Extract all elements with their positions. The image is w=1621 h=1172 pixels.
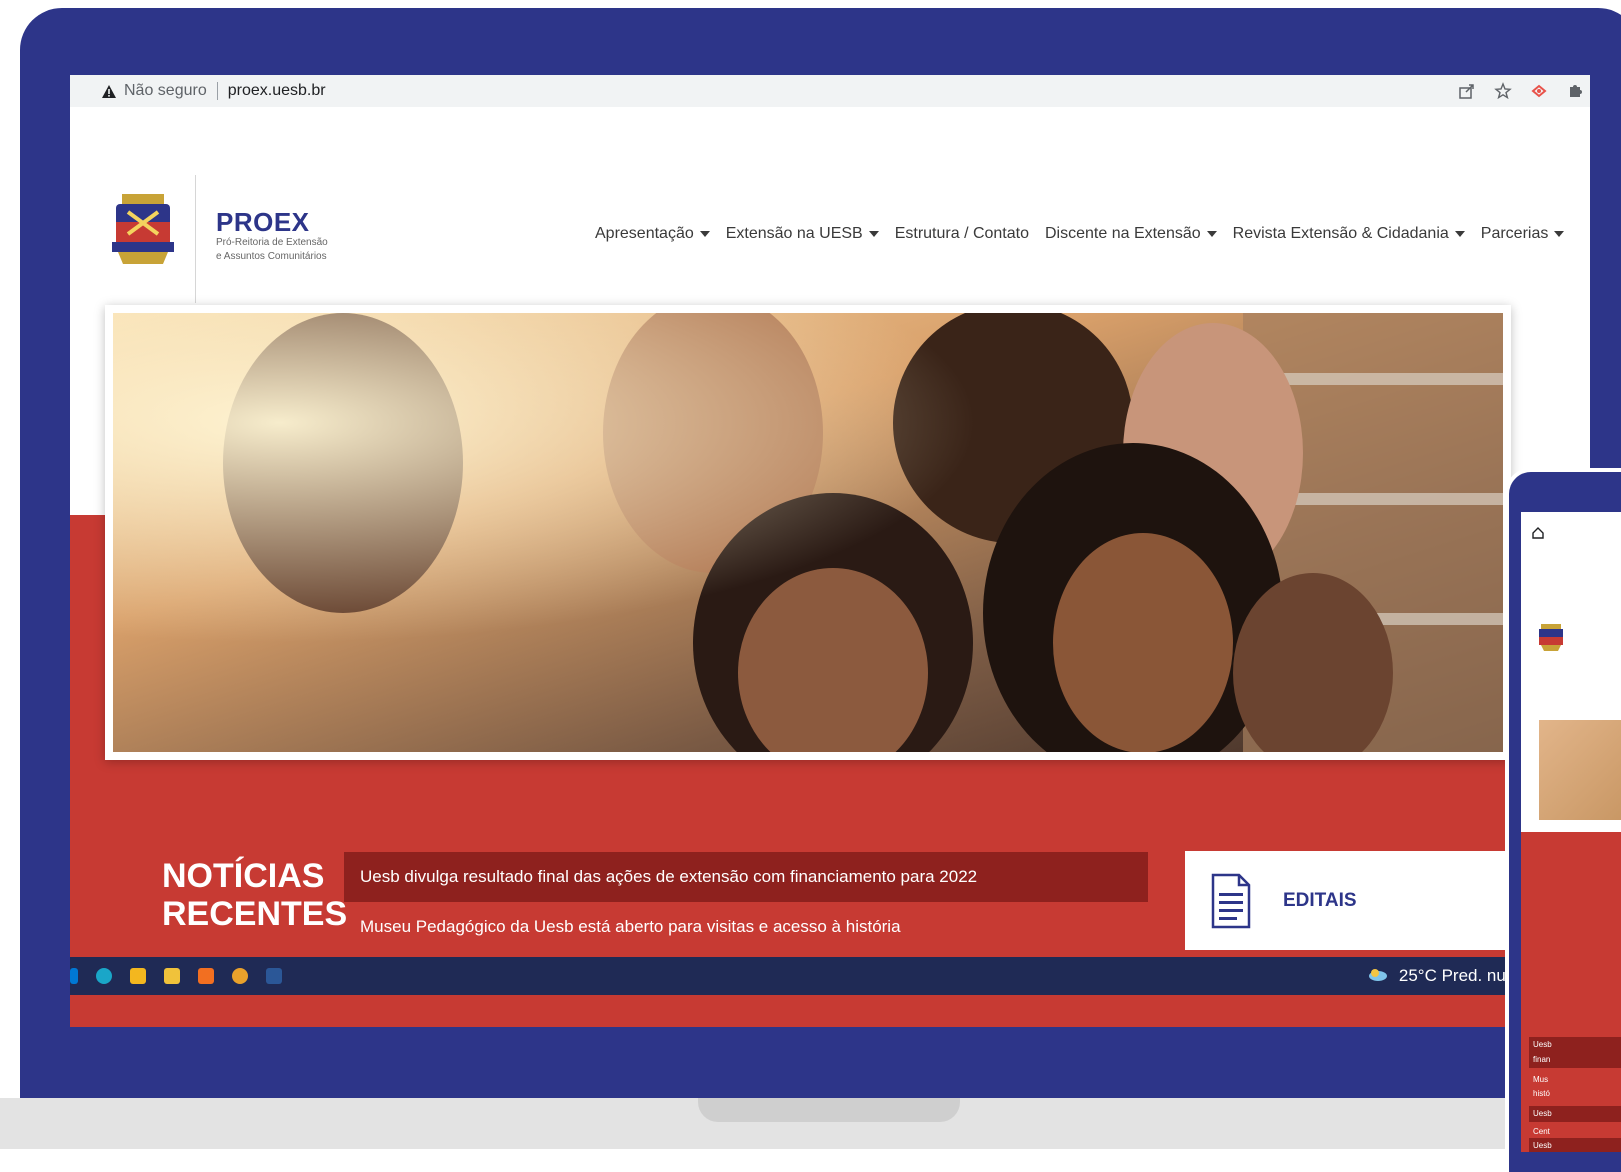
phone-news-item[interactable]: Uesb: [1529, 1138, 1621, 1152]
news-list: Uesb divulga resultado final das ações d…: [344, 852, 1148, 952]
browser-address-bar: Não seguro proex.uesb.br: [70, 75, 1590, 107]
nav-item-apresentacao[interactable]: Apresentação: [595, 225, 710, 243]
warning-icon: [100, 82, 118, 100]
chrome-icon[interactable]: [232, 968, 248, 984]
caret-down-icon: [699, 231, 710, 237]
nav-item-estrutura-contato[interactable]: Estrutura / Contato: [895, 225, 1029, 243]
brand-subtitle-line2: e Assuntos Comunitários: [216, 251, 327, 262]
browser-actions: [1458, 79, 1584, 103]
edge-icon[interactable]: [96, 968, 112, 984]
brand[interactable]: PROEX Pró-Reitoria de Extensão e Assunto…: [216, 209, 328, 263]
brand-subtitle-line1: Pró-Reitoria de Extensão: [216, 237, 328, 248]
weather-icon[interactable]: [1367, 966, 1389, 987]
uesb-crest-logo[interactable]: [108, 192, 178, 267]
news-heading-line1: NOTÍCIAS: [162, 857, 325, 895]
phone-hero-photo: [1539, 720, 1621, 820]
phone-news-item[interactable]: Uesb: [1529, 1106, 1621, 1122]
main-nav: Apresentação Extensão na UESB Estrutura …: [595, 225, 1565, 243]
weather-text[interactable]: 25°C Pred. nu...: [1399, 966, 1520, 986]
phone-screen: Uesb finan Mus histó Uesb Cent Uesb: [1521, 512, 1621, 1152]
news-item[interactable]: Museu Pedagógico da Uesb está aberto par…: [344, 902, 1148, 952]
phone-news-item[interactable]: Uesb: [1529, 1037, 1621, 1053]
nav-label: Discente na Extensão: [1045, 225, 1201, 242]
nav-item-extensao-na-uesb[interactable]: Extensão na UESB: [726, 225, 879, 243]
extension-icon[interactable]: [1530, 82, 1548, 100]
phone-mockup: Uesb finan Mus histó Uesb Cent Uesb: [1505, 468, 1621, 1172]
phone-crest-logo: [1537, 622, 1565, 652]
caret-down-icon: [868, 231, 879, 237]
nav-label: Apresentação: [595, 225, 694, 242]
nav-item-parcerias[interactable]: Parcerias: [1481, 225, 1565, 243]
folder-icon[interactable]: [164, 968, 180, 984]
word-icon[interactable]: [266, 968, 282, 984]
nav-label: Estrutura / Contato: [894, 225, 1029, 242]
star-icon[interactable]: [1494, 82, 1512, 100]
news-heading: NOTÍCIAS RECENTES: [162, 857, 348, 933]
nav-item-discente-na-extensao[interactable]: Discente na Extensão: [1045, 225, 1217, 243]
editais-label: EDITAIS: [1283, 889, 1357, 911]
phone-news-item[interactable]: histó: [1529, 1086, 1621, 1102]
url-text[interactable]: proex.uesb.br: [228, 82, 326, 100]
windows-taskbar: 25°C Pred. nu... ^: [70, 957, 1590, 995]
hero-banner[interactable]: [105, 305, 1511, 760]
nav-label: Revista Extensão & Cidadania: [1232, 225, 1449, 242]
nav-label: Parcerias: [1480, 225, 1549, 242]
phone-red-band: [1521, 832, 1621, 1152]
hero-photo-group-of-students: [113, 313, 1503, 752]
caret-down-icon: [1554, 231, 1565, 237]
start-icon[interactable]: [70, 968, 78, 984]
office-icon[interactable]: [198, 968, 214, 984]
store-icon[interactable]: [130, 968, 146, 984]
news-heading-line2: RECENTES: [162, 895, 348, 933]
brand-title: PROEX: [216, 207, 310, 237]
phone-news-item[interactable]: finan: [1529, 1052, 1621, 1068]
caret-down-icon: [1454, 231, 1465, 237]
caret-down-icon: [1206, 231, 1217, 237]
omnibox[interactable]: Não seguro proex.uesb.br: [92, 79, 1572, 103]
share-icon[interactable]: [1458, 82, 1476, 100]
news-item[interactable]: Uesb divulga resultado final das ações d…: [344, 852, 1148, 902]
nav-label: Extensão na UESB: [725, 225, 863, 242]
url-separator: [216, 82, 218, 100]
site-header: PROEX Pró-Reitoria de Extensão e Assunto…: [70, 107, 1590, 307]
laptop-screen: Não seguro proex.uesb.br PROEX Pró-Reito…: [70, 75, 1590, 1027]
security-label[interactable]: Não seguro: [124, 82, 207, 100]
puzzle-icon[interactable]: [1566, 82, 1584, 100]
nav-item-revista[interactable]: Revista Extensão & Cidadania: [1233, 225, 1465, 243]
document-icon: [1209, 871, 1253, 931]
home-icon[interactable]: [1531, 526, 1545, 543]
laptop-notch: [698, 1098, 960, 1122]
header-divider: [195, 175, 196, 303]
